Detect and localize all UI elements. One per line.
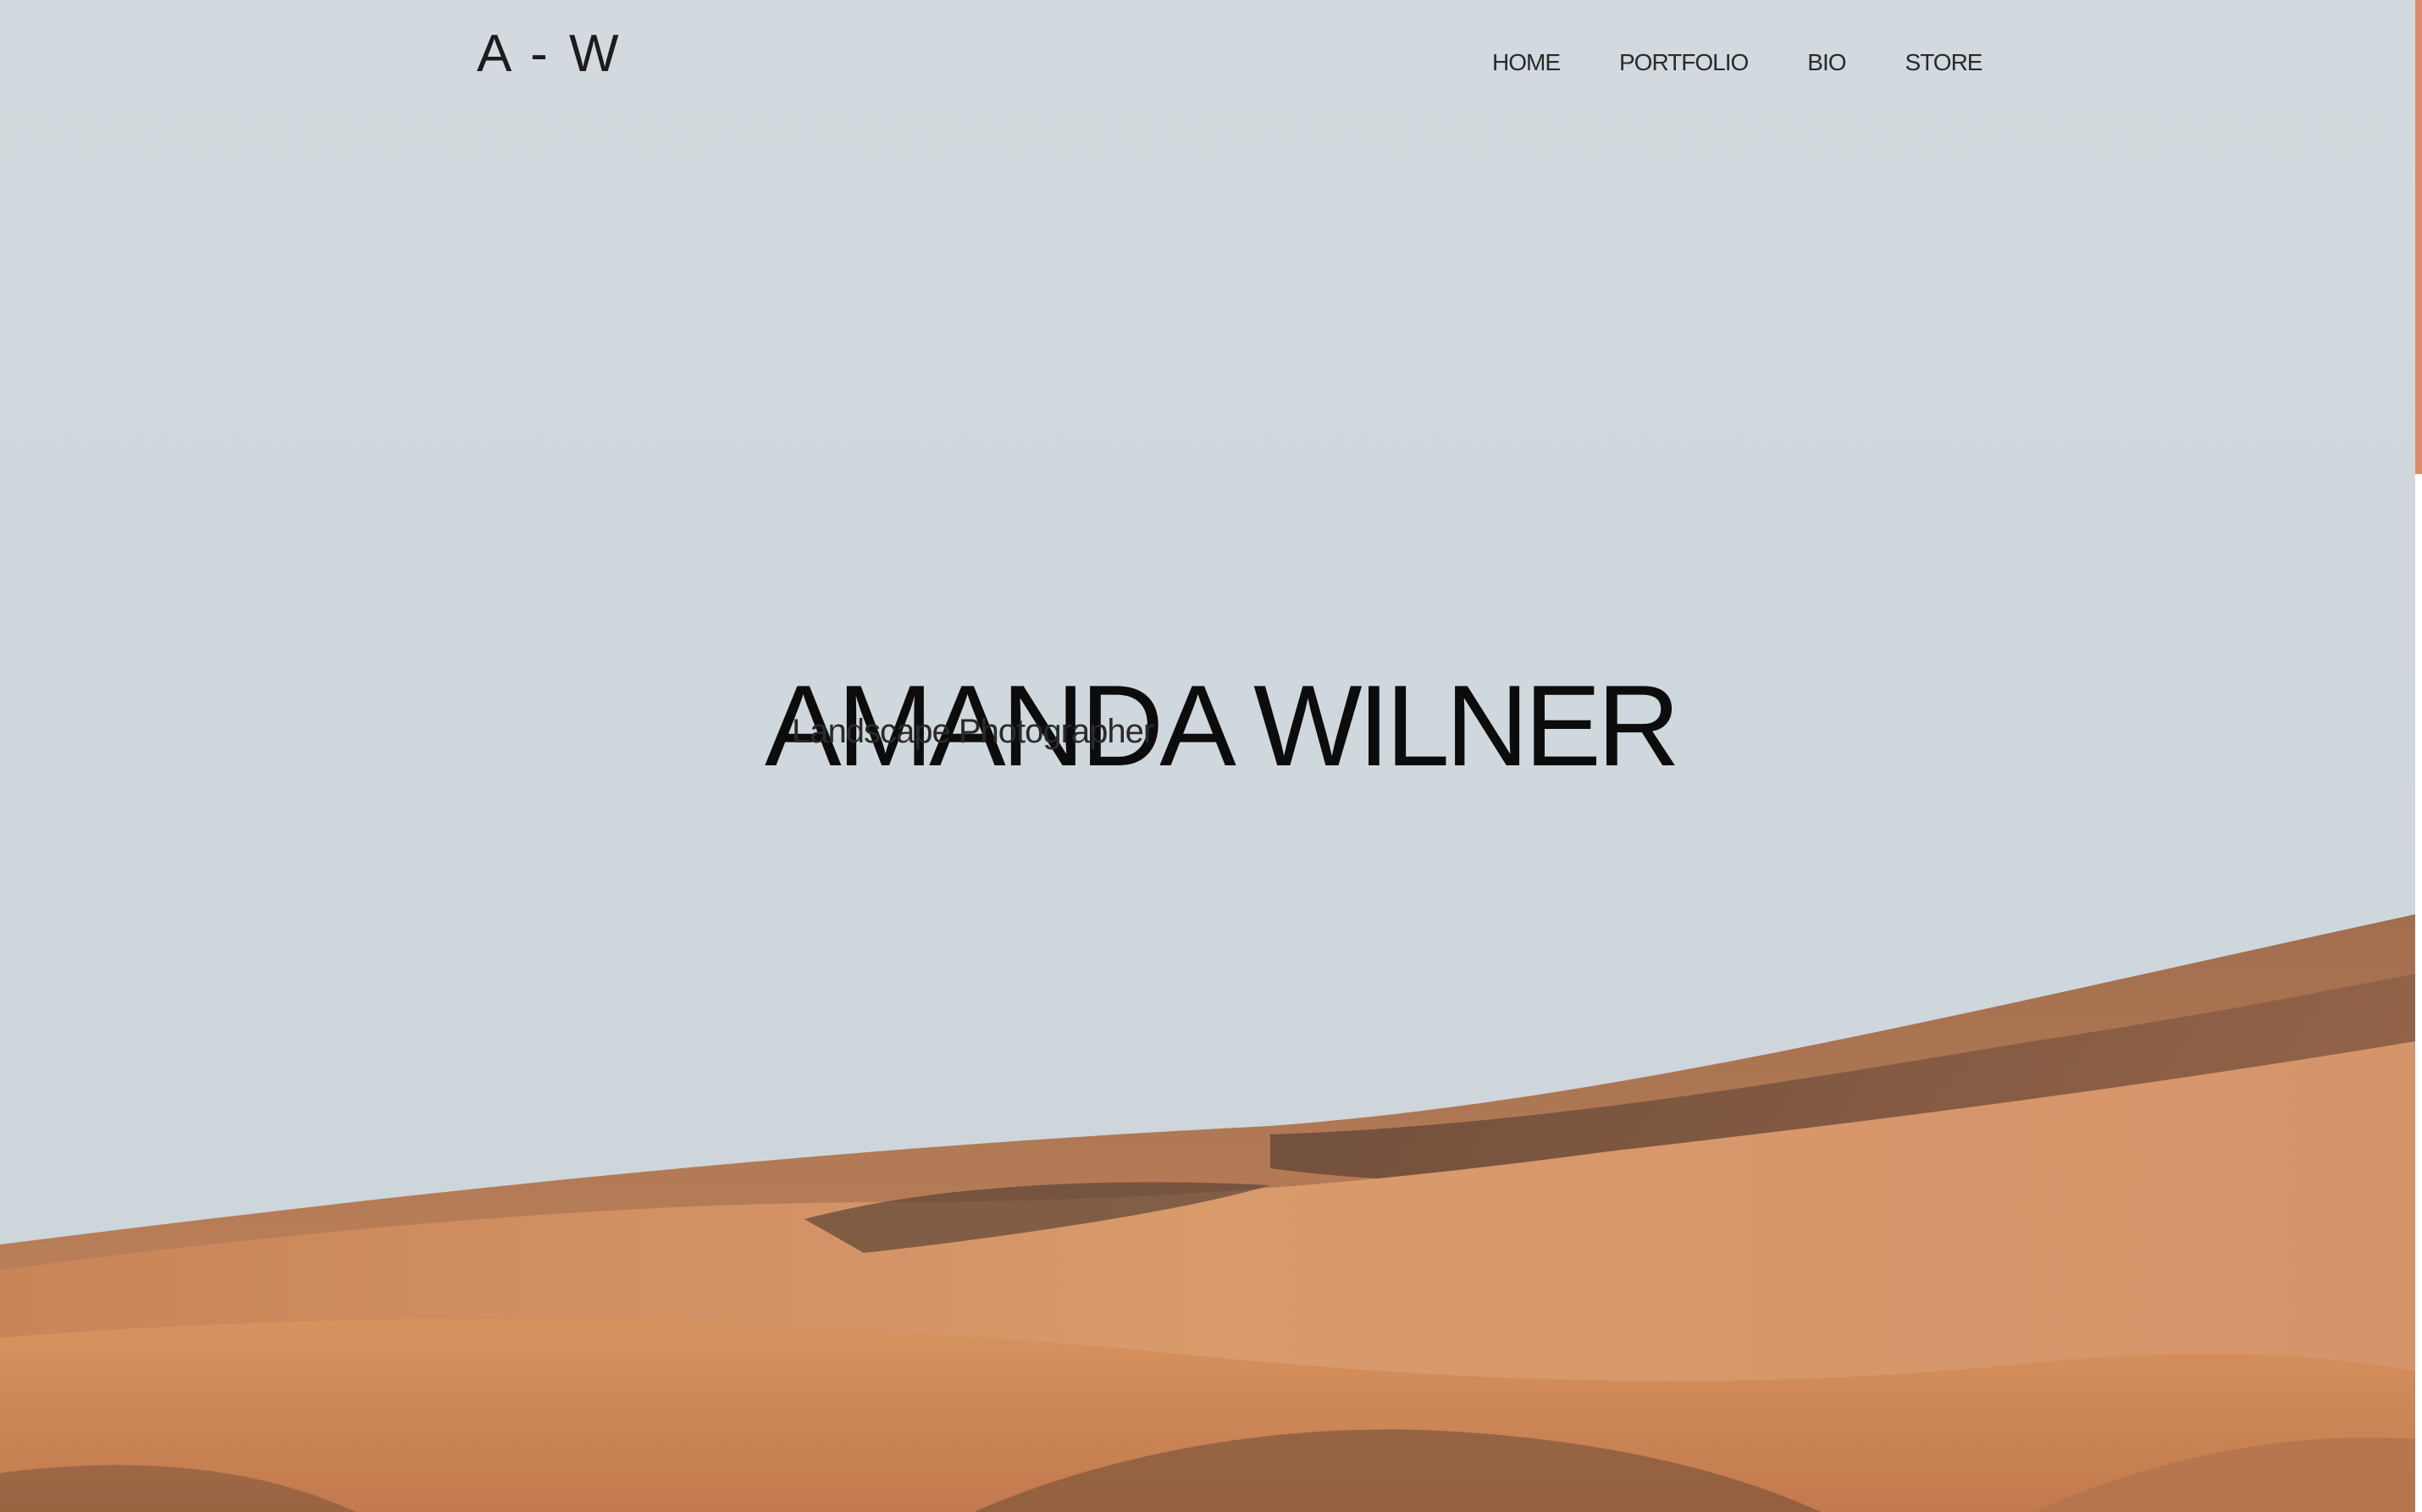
site-logo[interactable]: A - W <box>477 24 622 84</box>
page: A - W HOME PORTFOLIO BIO STORE AMANDA WI… <box>0 0 2422 1512</box>
nav-item-bio[interactable]: BIO <box>1807 49 1846 76</box>
nav-item-home[interactable]: HOME <box>1492 49 1561 76</box>
scrollbar-thumb[interactable] <box>2415 0 2422 474</box>
main-nav: HOME PORTFOLIO BIO STORE <box>1492 49 1982 76</box>
scrollbar-track[interactable] <box>2415 0 2422 1512</box>
nav-item-store[interactable]: STORE <box>1905 49 1983 76</box>
hero-subtitle: Landscape Photographer <box>792 713 1154 750</box>
nav-item-portfolio[interactable]: PORTFOLIO <box>1619 49 1749 76</box>
